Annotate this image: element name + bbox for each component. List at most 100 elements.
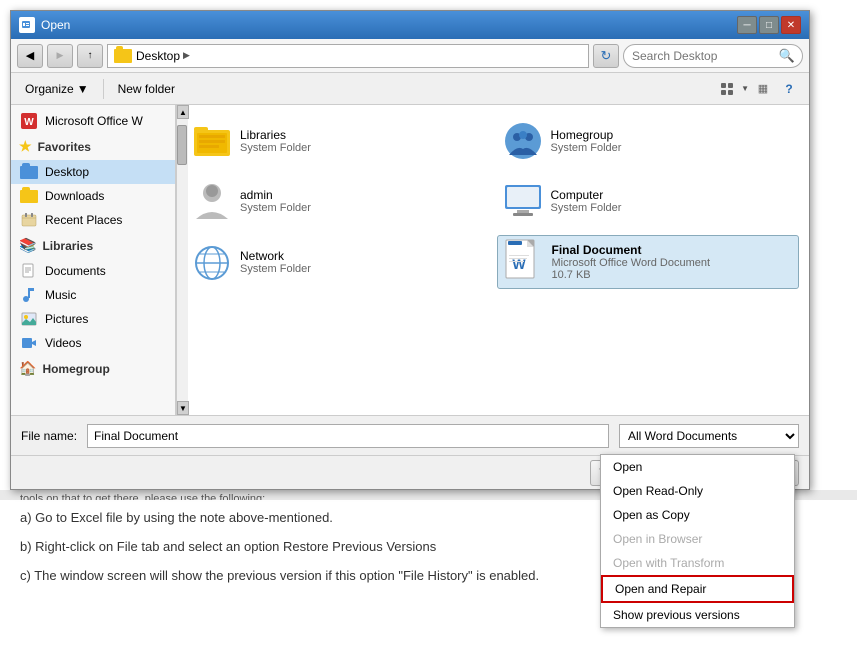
sidebar-documents-label: Documents — [45, 264, 106, 278]
sidebar-item-downloads[interactable]: Downloads — [11, 184, 175, 208]
dropdown-item-open-repair[interactable]: Open and Repair — [601, 575, 794, 603]
sidebar-homegroup-section[interactable]: 🏠 Homegroup — [11, 355, 175, 382]
toolbar: Organize ▼ New folder ▼ ▦ ? — [11, 73, 809, 105]
libraries-label: Libraries — [42, 239, 93, 253]
file-grid: Libraries System Folder — [186, 115, 799, 289]
main-area: W Microsoft Office W ★ Favorites Desktop — [11, 105, 809, 415]
word-doc-file-icon: W — [504, 242, 544, 282]
sidebar-item-music[interactable]: Music — [11, 283, 175, 307]
open-dropdown-menu: Open Open Read-Only Open as Copy Open in… — [600, 454, 795, 628]
computer-file-icon — [503, 181, 543, 221]
up-button[interactable]: ↑ — [77, 44, 103, 68]
preview-pane-button[interactable]: ▦ — [751, 78, 775, 100]
search-icon: 🔍 — [779, 48, 795, 64]
sidebar-item-videos[interactable]: Videos — [11, 331, 175, 355]
admin-file-icon — [192, 181, 232, 221]
homegroup-label: Homegroup — [42, 362, 109, 376]
libraries-folder-icon — [192, 121, 232, 161]
view-icons-group: ▼ ▦ ? — [715, 78, 801, 100]
dialog-title: Open — [41, 18, 70, 32]
scrollbar-up-arrow[interactable]: ▲ — [177, 105, 189, 119]
svg-text:W: W — [24, 117, 34, 128]
network-file-icon — [192, 242, 232, 282]
sidebar-wrapper: W Microsoft Office W ★ Favorites Desktop — [11, 105, 176, 415]
sidebar-libraries-section[interactable]: 📚 Libraries — [11, 232, 175, 259]
sidebar-item-desktop[interactable]: Desktop — [11, 160, 175, 184]
dropdown-item-open[interactable]: Open — [601, 455, 794, 479]
libraries-icon: 📚 — [19, 237, 36, 254]
window-controls: ─ □ ✕ — [737, 16, 801, 34]
libraries-text: Libraries System Folder — [240, 128, 311, 154]
dropdown-item-show-versions[interactable]: Show previous versions — [601, 603, 794, 627]
sidebar-downloads-label: Downloads — [45, 189, 104, 203]
sidebar-item-msoffice[interactable]: W Microsoft Office W — [11, 109, 175, 133]
view-change-button[interactable] — [715, 78, 739, 100]
computer-text: Computer System Folder — [551, 188, 622, 214]
dropdown-item-open-transform: Open with Transform — [601, 551, 794, 575]
dialog-icon — [19, 17, 35, 33]
title-bar: Open ─ □ ✕ — [11, 11, 809, 39]
file-item-computer[interactable]: Computer System Folder — [497, 175, 800, 227]
favorites-label: Favorites — [38, 140, 91, 154]
close-button[interactable]: ✕ — [781, 16, 801, 34]
maximize-button[interactable]: □ — [759, 16, 779, 34]
sidebar-item-pictures[interactable]: Pictures — [11, 307, 175, 331]
view-dropdown-icon: ▼ — [741, 84, 749, 93]
sidebar-item-recent[interactable]: Recent Places — [11, 208, 175, 232]
filetype-select[interactable]: All Word DocumentsWord Documents (*.docx… — [619, 424, 799, 448]
path-folder-icon — [114, 49, 132, 63]
msoffice-label: Microsoft Office W — [45, 114, 143, 128]
recent-icon — [19, 212, 39, 228]
homegroup-file-icon — [503, 121, 543, 161]
search-input[interactable] — [623, 44, 803, 68]
dropdown-item-open-readonly[interactable]: Open Read-Only — [601, 479, 794, 503]
final-document-text: Final Document Microsoft Office Word Doc… — [552, 243, 711, 281]
organize-dropdown-icon: ▼ — [77, 82, 89, 96]
open-dialog: Open ─ □ ✕ ◀ ▶ ↑ Desktop ▶ ↻ 🔍 Organize … — [10, 10, 810, 490]
dropdown-item-open-browser: Open in Browser — [601, 527, 794, 551]
sidebar-scrollbar[interactable]: ▲ ▼ — [176, 105, 188, 415]
address-path-box[interactable]: Desktop ▶ — [107, 44, 589, 68]
pictures-icon — [19, 311, 39, 327]
file-item-admin[interactable]: admin System Folder — [186, 175, 489, 227]
music-icon — [19, 287, 39, 303]
admin-text: admin System Folder — [240, 188, 311, 214]
downloads-folder-icon — [19, 188, 39, 204]
network-text: Network System Folder — [240, 249, 311, 275]
file-item-homegroup[interactable]: Homegroup System Folder — [497, 115, 800, 167]
filename-label: File name: — [21, 429, 77, 443]
filename-input[interactable] — [87, 424, 609, 448]
file-area: Libraries System Folder — [176, 105, 809, 415]
videos-icon — [19, 335, 39, 351]
desktop-folder-icon — [19, 164, 39, 180]
msoffice-icon: W — [19, 113, 39, 129]
favorites-star-icon: ★ — [19, 138, 32, 155]
homegroup-text: Homegroup System Folder — [551, 128, 622, 154]
forward-button[interactable]: ▶ — [47, 44, 73, 68]
sidebar-favorites-section[interactable]: ★ Favorites — [11, 133, 175, 160]
scrollbar-thumb[interactable] — [177, 125, 187, 165]
file-item-network[interactable]: Network System Folder — [186, 235, 489, 289]
documents-icon — [19, 263, 39, 279]
dropdown-item-open-copy[interactable]: Open as Copy — [601, 503, 794, 527]
sidebar-desktop-label: Desktop — [45, 165, 89, 179]
filename-bar: File name: All Word DocumentsWord Docume… — [11, 415, 809, 455]
homegroup-icon-sidebar: 🏠 — [19, 360, 36, 377]
sidebar-pictures-label: Pictures — [45, 312, 88, 326]
file-item-libraries[interactable]: Libraries System Folder — [186, 115, 489, 167]
path-chevron: ▶ — [183, 50, 190, 61]
address-bar: ◀ ▶ ↑ Desktop ▶ ↻ 🔍 — [11, 39, 809, 73]
scrollbar-down-arrow[interactable]: ▼ — [177, 401, 189, 415]
back-button[interactable]: ◀ — [17, 44, 43, 68]
refresh-button[interactable]: ↻ — [593, 44, 619, 68]
help-button[interactable]: ? — [777, 78, 801, 100]
new-folder-button[interactable]: New folder — [112, 80, 181, 98]
organize-button[interactable]: Organize ▼ — [19, 80, 95, 98]
path-text: Desktop — [136, 49, 180, 63]
sidebar-item-documents[interactable]: Documents — [11, 259, 175, 283]
toolbar-separator — [103, 79, 104, 99]
sidebar-recent-label: Recent Places — [45, 213, 122, 227]
minimize-button[interactable]: ─ — [737, 16, 757, 34]
file-item-final-document[interactable]: W Final Document Microsoft Office Word D… — [497, 235, 800, 289]
sidebar-videos-label: Videos — [45, 336, 81, 350]
